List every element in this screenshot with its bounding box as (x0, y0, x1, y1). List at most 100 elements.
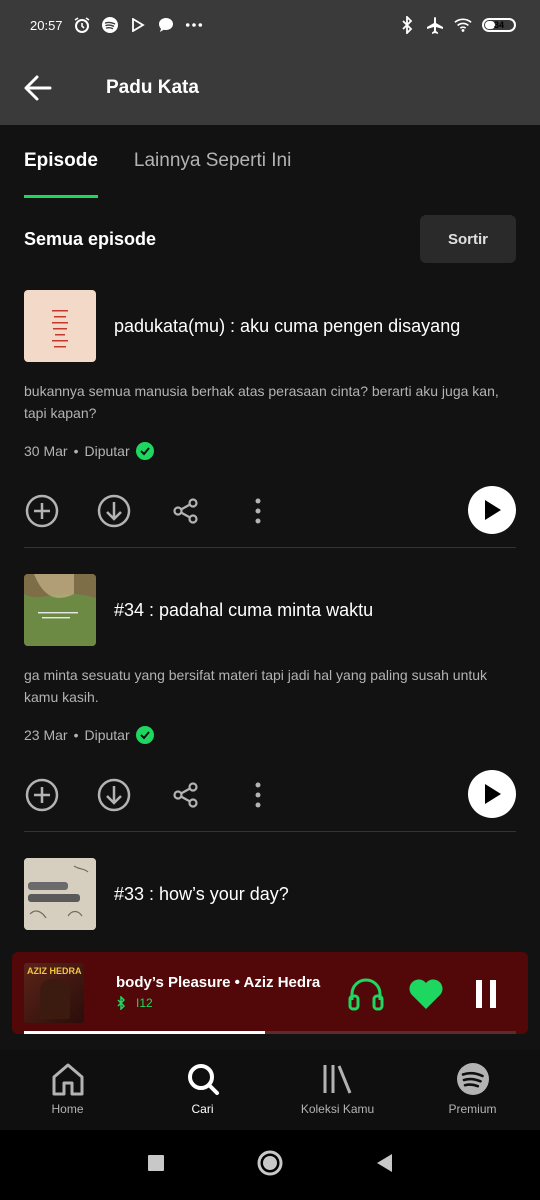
triangle-back-icon (377, 1153, 392, 1172)
square-icon (148, 1154, 164, 1171)
nav-search[interactable]: Cari (135, 1050, 270, 1130)
section-header: Semua episode Sortir (24, 215, 516, 263)
played-check-icon (135, 726, 154, 744)
episode-title[interactable]: padukata(mu) : aku cuma pengen disayang (114, 316, 460, 337)
nav-label: Cari (191, 1102, 214, 1116)
more-dots-icon (185, 16, 203, 34)
episode-title[interactable]: #34 : padahal cuma minta waktu (114, 600, 373, 621)
nav-label: Home (51, 1102, 84, 1116)
episode-item[interactable]: #34 : padahal cuma minta waktu ga minta … (24, 574, 516, 820)
connected-device[interactable]: I12 (116, 996, 153, 1010)
play-button[interactable] (468, 486, 516, 534)
bluetooth-icon (398, 16, 416, 34)
playback-progress-fill (24, 1031, 266, 1034)
play-icon (485, 500, 501, 520)
episode-date: 23 Mar (24, 727, 68, 743)
recent-apps-button[interactable] (146, 1153, 166, 1178)
pause-button[interactable] (466, 974, 506, 1014)
album-art-text: AZIZ HEDRA (27, 966, 82, 976)
play-button[interactable] (468, 770, 516, 818)
episode-description: ga minta sesuatu yang bersifat materi ta… (24, 667, 488, 705)
episode-thumbnail (24, 290, 96, 362)
nav-home[interactable]: Home (0, 1050, 135, 1130)
share-icon (173, 498, 198, 524)
more-options-button[interactable] (240, 777, 276, 813)
add-button[interactable] (24, 493, 60, 529)
share-icon (173, 782, 198, 808)
more-options-button[interactable] (240, 493, 276, 529)
sort-button[interactable]: Sortir (420, 215, 516, 263)
divider (24, 831, 516, 832)
system-nav-bar (0, 1130, 540, 1200)
divider (24, 547, 516, 548)
device-name: I12 (136, 996, 153, 1010)
arrow-left-icon (24, 75, 52, 100)
nav-label: Koleksi Kamu (300, 1102, 375, 1116)
spotify-icon (456, 1063, 489, 1095)
tab-more-like-this[interactable]: Lainnya Seperti Ini (134, 140, 291, 198)
episode-description: bukannya semua manusia berhak atas peras… (24, 383, 499, 421)
heart-icon (409, 979, 443, 1009)
tab-bar: Episode Lainnya Seperti Ini (24, 140, 291, 198)
episode-meta: 23 Mar • Diputar (24, 726, 516, 744)
played-check-icon (135, 442, 154, 460)
episode-date: 30 Mar (24, 443, 68, 459)
now-playing-title: body’s Pleasure • Aziz Hedra (116, 974, 321, 991)
more-vertical-icon (255, 498, 261, 524)
status-bar: 20:57 34 (0, 0, 540, 50)
search-icon (187, 1064, 219, 1095)
home-system-button[interactable] (256, 1149, 284, 1182)
episode-status: Diputar (84, 443, 130, 459)
episode-title[interactable]: #33 : how’s your day? (114, 884, 289, 905)
circle-icon (257, 1150, 283, 1175)
plus-circle-icon (25, 494, 59, 528)
play-store-icon (129, 16, 147, 34)
episode-thumbnail (24, 574, 96, 646)
play-icon (485, 784, 501, 804)
like-button[interactable] (406, 974, 446, 1014)
spotify-status-icon (101, 16, 119, 34)
wifi-icon (454, 16, 472, 34)
page-title: Padu Kata (106, 76, 199, 98)
episode-item[interactable]: #33 : how’s your day? (24, 858, 516, 930)
plus-circle-icon (25, 778, 59, 812)
connect-device-button[interactable] (346, 974, 386, 1014)
chat-icon (157, 16, 175, 34)
episode-actions (24, 770, 516, 820)
back-button[interactable] (0, 50, 78, 125)
album-art: AZIZ HEDRA (24, 963, 84, 1023)
episode-actions (24, 486, 516, 536)
bottom-nav: Home Cari Koleksi Kamu Premium (0, 1050, 540, 1130)
tab-episode[interactable]: Episode (24, 140, 98, 198)
download-button[interactable] (96, 493, 132, 529)
download-button[interactable] (96, 777, 132, 813)
episode-item[interactable]: padukata(mu) : aku cuma pengen disayang … (24, 290, 516, 536)
more-vertical-icon (255, 782, 261, 808)
bluetooth-icon (117, 996, 126, 1010)
nav-label: Premium (448, 1102, 497, 1116)
battery-icon: 34 (482, 18, 516, 32)
airplane-icon (426, 16, 444, 34)
alarm-icon (73, 16, 91, 34)
nav-premium[interactable]: Premium (405, 1050, 540, 1130)
download-icon (97, 778, 131, 812)
share-button[interactable] (168, 777, 204, 813)
library-icon (323, 1065, 351, 1094)
pause-icon (476, 980, 496, 1008)
back-system-button[interactable] (374, 1152, 394, 1179)
add-button[interactable] (24, 777, 60, 813)
share-button[interactable] (168, 493, 204, 529)
episode-status: Diputar (84, 727, 130, 743)
home-icon (52, 1063, 83, 1096)
battery-level: 34 (493, 20, 504, 30)
headphones-icon (348, 978, 384, 1011)
playback-progress (24, 1031, 516, 1034)
status-time: 20:57 (30, 17, 63, 33)
mini-player[interactable]: AZIZ HEDRA body’s Pleasure • Aziz Hedra … (12, 952, 528, 1034)
nav-library[interactable]: Koleksi Kamu (270, 1050, 405, 1130)
section-title: Semua episode (24, 228, 157, 249)
app-header: Padu Kata (0, 50, 540, 125)
download-icon (97, 494, 131, 528)
episode-meta: 30 Mar • Diputar (24, 442, 516, 460)
episode-thumbnail (24, 858, 96, 930)
